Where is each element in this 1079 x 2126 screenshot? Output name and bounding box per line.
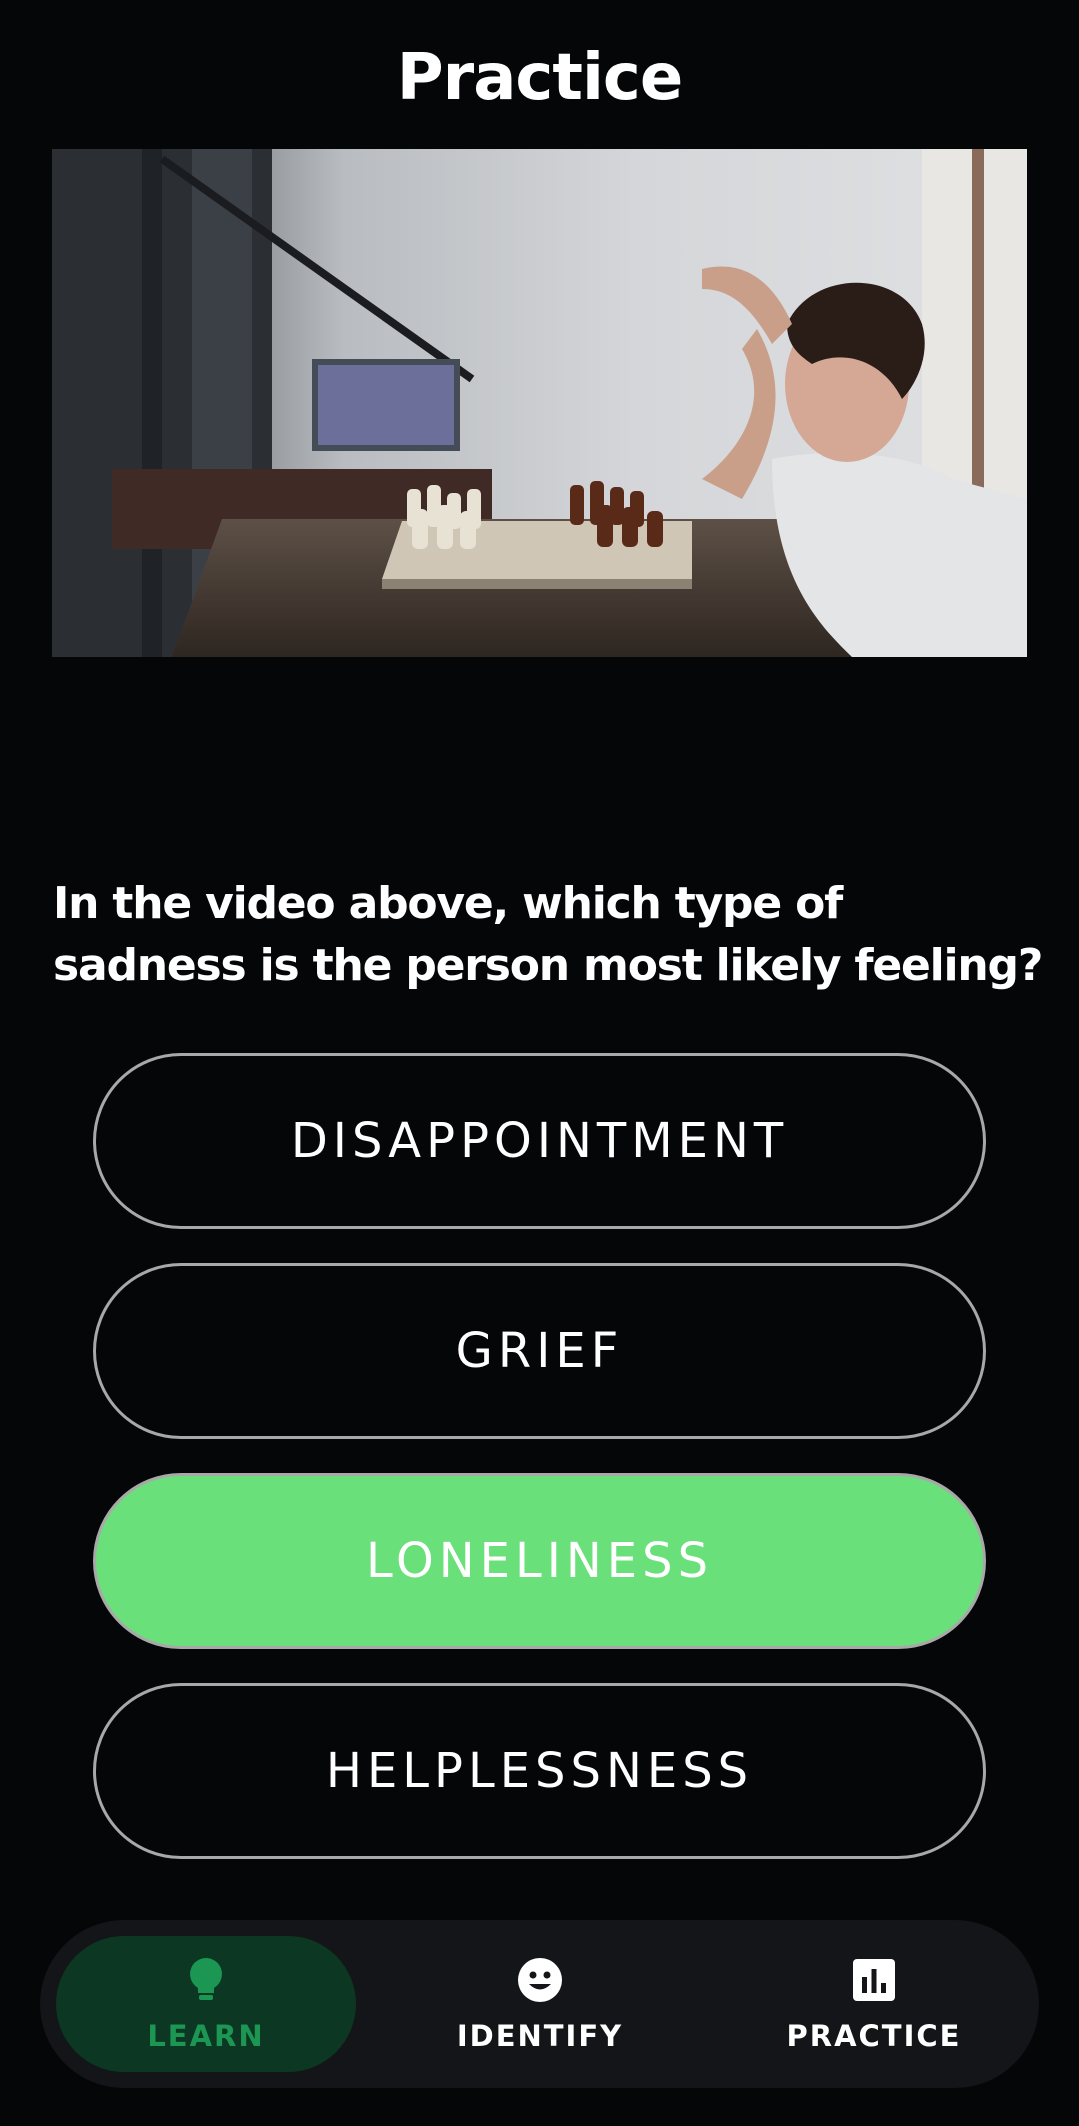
page-title: Practice (396, 41, 683, 115)
answer-option-grief[interactable]: GRIEF (93, 1263, 986, 1439)
answer-label: GRIEF (455, 1323, 624, 1379)
nav-item-learn[interactable]: LEARN (56, 1936, 356, 2072)
answer-option-disappointment[interactable]: DISAPPOINTMENT (93, 1053, 986, 1229)
nav-item-identify[interactable]: IDENTIFY (390, 1936, 690, 2072)
nav-item-practice[interactable]: PRACTICE (724, 1936, 1024, 2072)
bottom-navigation: LEARN IDENTIFY PRACTICE (40, 1920, 1039, 2088)
video-player[interactable] (52, 149, 1027, 657)
answer-label: LONELINESS (365, 1533, 714, 1589)
nav-label-practice: PRACTICE (786, 2019, 962, 2053)
answer-label: DISAPPOINTMENT (290, 1113, 789, 1169)
nav-label-learn: LEARN (147, 2019, 265, 2053)
smiley-face-icon (518, 1958, 562, 2002)
answer-option-helplessness[interactable]: HELPLESSNESS (93, 1683, 986, 1859)
answer-label: HELPLESSNESS (325, 1743, 754, 1799)
bar-chart-icon (853, 1959, 895, 2001)
lightbulb-icon (190, 1958, 222, 2000)
video-thumbnail (52, 149, 1027, 657)
answer-option-loneliness[interactable]: LONELINESS (93, 1473, 986, 1649)
question-text: In the video above, which type of sadnes… (53, 878, 1043, 991)
nav-label-identify: IDENTIFY (456, 2019, 624, 2053)
